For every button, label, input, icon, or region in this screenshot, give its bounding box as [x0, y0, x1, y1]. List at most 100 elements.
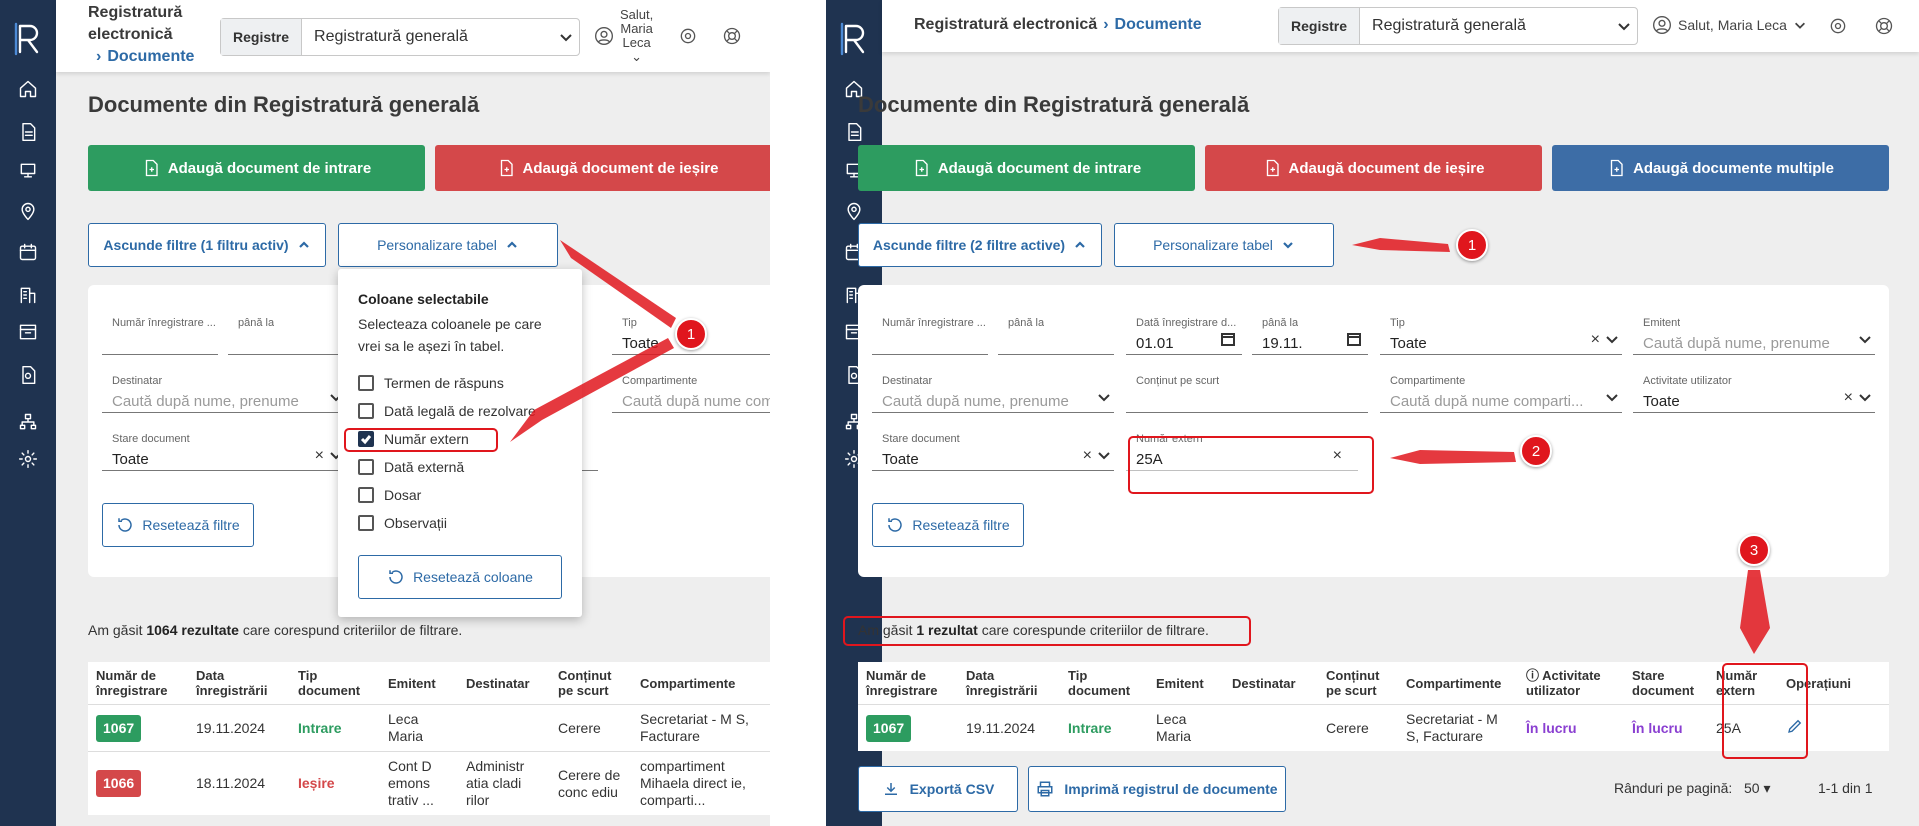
- checkbox[interactable]: [358, 515, 374, 531]
- user-activity-field[interactable]: Activitate utilizator Toate ×: [1633, 373, 1875, 413]
- calendar-icon[interactable]: [1220, 331, 1236, 352]
- recipient-field[interactable]: Destinatar Caută după nume, prenume: [102, 373, 344, 413]
- checkbox[interactable]: [358, 459, 374, 475]
- column-option[interactable]: Termen de răspuns: [358, 375, 504, 391]
- col-recipient[interactable]: Destinatar: [1224, 662, 1318, 705]
- column-option[interactable]: Dosar: [358, 487, 421, 503]
- col-document-status[interactable]: Stare document: [1624, 662, 1708, 705]
- field-value: Toate: [622, 335, 659, 352]
- col-registration-date[interactable]: Data înregistrării: [188, 662, 290, 705]
- hide-filters-button[interactable]: Ascunde filtre (2 filtre active): [858, 223, 1102, 267]
- clear-icon[interactable]: ×: [1844, 389, 1853, 407]
- registration-number-badge[interactable]: 1066: [96, 770, 142, 797]
- hide-filters-button[interactable]: Ascunde filtre (1 filtru activ): [88, 223, 326, 267]
- gear-icon[interactable]: [1826, 14, 1850, 38]
- location-icon[interactable]: [0, 196, 56, 226]
- help-lifebuoy-icon[interactable]: [1872, 14, 1896, 38]
- gear-icon[interactable]: [676, 24, 700, 48]
- help-lifebuoy-icon[interactable]: [720, 24, 744, 48]
- col-user-activity[interactable]: ⓘ Activitate utilizator: [1518, 662, 1624, 705]
- archive-icon[interactable]: [0, 317, 56, 347]
- download-icon: [884, 783, 897, 795]
- col-issuer[interactable]: Emitent: [1148, 662, 1224, 705]
- print-registry-button[interactable]: Imprimă registrul de documente: [1028, 766, 1286, 812]
- col-registration-number[interactable]: Număr de înregistrare: [858, 662, 958, 705]
- field-placeholder: Caută după nume, prenume: [1643, 335, 1830, 352]
- field-label: Emitent: [1643, 317, 1681, 329]
- col-registration-number[interactable]: Număr de înregistrare: [88, 662, 188, 705]
- reset-filters-button[interactable]: Resetează filtre: [872, 503, 1024, 547]
- field-label: Număr înregistrare ...: [882, 317, 986, 329]
- customize-table-button[interactable]: Personalizare tabel: [338, 223, 558, 267]
- col-departments[interactable]: Compartimente: [1398, 662, 1518, 705]
- user-menu[interactable]: Salut, Maria Leca ⌄: [594, 8, 653, 64]
- registration-number-from-field[interactable]: Număr înregistrare ...: [102, 315, 218, 355]
- clear-icon[interactable]: ×: [1591, 331, 1600, 349]
- export-csv-button[interactable]: Exportă CSV: [858, 766, 1018, 812]
- document-status-field[interactable]: Stare document Toate ×: [872, 431, 1114, 471]
- add-outgoing-document-button[interactable]: Adaugă document de ieșire: [435, 145, 770, 191]
- add-incoming-document-button[interactable]: Adaugă document de intrare: [858, 145, 1195, 191]
- export-csv-label: Exportă CSV: [909, 781, 995, 797]
- registration-number-badge[interactable]: 1067: [866, 714, 912, 742]
- column-option[interactable]: Observații: [358, 515, 447, 531]
- table-row[interactable]: 1066 18.11.2024 Ieșire Cont D emons trat…: [88, 751, 770, 815]
- user-menu[interactable]: Salut, Maria Leca: [1652, 15, 1807, 35]
- registry-select[interactable]: Registre Registratură generală: [1278, 7, 1638, 45]
- registration-date-to-field[interactable]: până la 19.11.: [1252, 315, 1368, 355]
- location-icon[interactable]: [826, 196, 882, 226]
- departments-field[interactable]: Compartimente Caută după nume comparti..…: [1380, 373, 1622, 413]
- registration-number-to-field[interactable]: până la: [228, 315, 344, 355]
- checkbox[interactable]: [358, 375, 374, 391]
- registry-select[interactable]: Registre Registratură generală: [220, 18, 580, 56]
- document-status-field[interactable]: Stare document Toate ×: [102, 431, 344, 471]
- calendar-icon[interactable]: [1346, 331, 1362, 352]
- meeting-icon[interactable]: [0, 156, 56, 186]
- add-incoming-document-button[interactable]: Adaugă document de intrare: [88, 145, 425, 191]
- reset-columns-button[interactable]: Resetează coloane: [358, 555, 562, 599]
- breadcrumb-documente[interactable]: Documente: [1115, 16, 1202, 33]
- checkbox[interactable]: [358, 487, 374, 503]
- registry-select-value: Registratură generală: [314, 28, 468, 45]
- organization-icon[interactable]: [0, 407, 56, 437]
- col-recipient[interactable]: Destinatar: [458, 662, 550, 705]
- printer-icon: [1037, 781, 1053, 797]
- breadcrumb-documente[interactable]: Documente: [107, 48, 194, 65]
- departments-field[interactable]: Compartimente Caută după nume comp: [612, 373, 770, 413]
- registration-date-from-field[interactable]: Dată înregistrare d... 01.01: [1126, 315, 1242, 355]
- summary-field[interactable]: Conținut pe scurt: [1126, 373, 1368, 413]
- clear-icon[interactable]: ×: [1083, 447, 1092, 465]
- recipient-field[interactable]: Destinatar Caută după nume, prenume: [872, 373, 1114, 413]
- issuer-field[interactable]: Emitent Caută după nume, prenume: [1633, 315, 1875, 355]
- add-outgoing-document-button[interactable]: Adaugă document de ieșire: [1205, 145, 1542, 191]
- customize-table-button[interactable]: Personalizare tabel: [1114, 223, 1334, 267]
- document-icon[interactable]: [826, 117, 882, 147]
- reset-filters-button[interactable]: Resetează filtre: [102, 503, 254, 547]
- col-summary[interactable]: Conținut pe scurt: [550, 662, 632, 705]
- registration-number-badge[interactable]: 1067: [96, 714, 142, 742]
- document-icon[interactable]: [0, 117, 56, 147]
- calendar-icon[interactable]: [0, 237, 56, 267]
- type-field[interactable]: Tip Toate ×: [1380, 315, 1622, 355]
- registration-number-to-field[interactable]: până la: [998, 315, 1114, 355]
- add-multiple-documents-button[interactable]: Adaugă documente multiple: [1552, 145, 1889, 191]
- column-option[interactable]: Dată legală de rezolvare: [358, 403, 536, 419]
- breadcrumb-separator: ›: [1103, 16, 1109, 33]
- col-document-type[interactable]: Tip document: [1060, 662, 1148, 705]
- checkbox[interactable]: [358, 403, 374, 419]
- clear-icon[interactable]: ×: [315, 447, 324, 465]
- col-document-type[interactable]: Tip document: [290, 662, 380, 705]
- col-summary[interactable]: Conținut pe scurt: [1318, 662, 1398, 705]
- settings-icon[interactable]: [0, 444, 56, 474]
- col-registration-date[interactable]: Data înregistrării: [958, 662, 1060, 705]
- col-issuer[interactable]: Emitent: [380, 662, 458, 705]
- column-option[interactable]: Dată externă: [358, 459, 464, 475]
- rows-per-page-select[interactable]: 50 ▾: [1744, 780, 1771, 797]
- registration-number-from-field[interactable]: Număr înregistrare ...: [872, 315, 988, 355]
- field-value: 01.01: [1136, 335, 1174, 352]
- building-icon[interactable]: [0, 280, 56, 310]
- home-icon[interactable]: [0, 74, 56, 104]
- table-row[interactable]: 1067 19.11.2024 Intrare Leca Maria Cerer…: [88, 704, 770, 752]
- registry-icon[interactable]: [0, 360, 56, 390]
- col-departments[interactable]: Compartimente: [632, 662, 770, 705]
